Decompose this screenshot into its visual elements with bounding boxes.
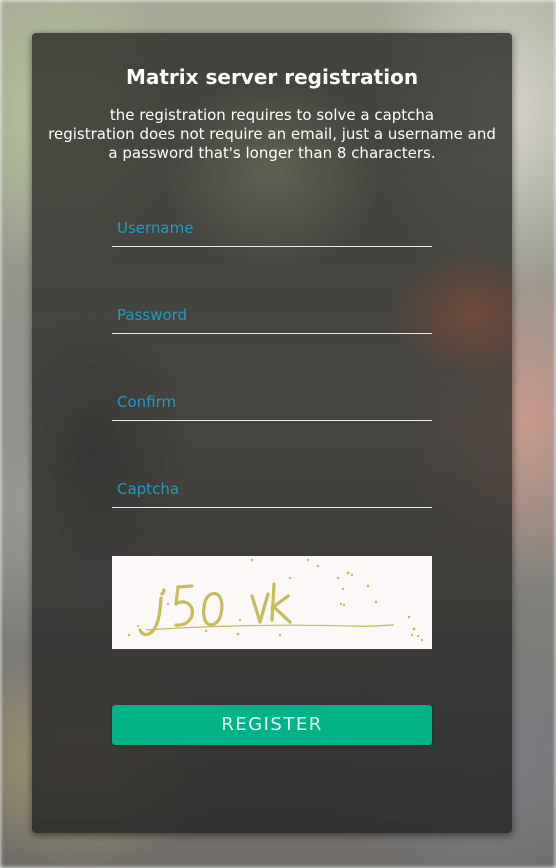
- registration-description: the registration requires to solve a cap…: [32, 106, 512, 163]
- password-field-wrapper: [112, 297, 432, 334]
- password-input[interactable]: [112, 297, 432, 333]
- username-input[interactable]: [112, 210, 432, 246]
- captcha-input[interactable]: [112, 471, 432, 507]
- username-field-wrapper: [112, 210, 432, 247]
- description-line: registration does not require an email, …: [48, 125, 496, 143]
- register-button[interactable]: REGISTER: [112, 705, 432, 745]
- description-line: the registration requires to solve a cap…: [109, 106, 435, 124]
- captcha-image: [112, 556, 432, 649]
- registration-card: Matrix server registration the registrat…: [32, 33, 512, 833]
- captcha-field-wrapper: [112, 471, 432, 508]
- description-line: a password that's longer than 8 characte…: [108, 144, 436, 162]
- page-title: Matrix server registration: [125, 65, 419, 89]
- confirm-field-wrapper: [112, 384, 432, 421]
- confirm-password-input[interactable]: [112, 384, 432, 420]
